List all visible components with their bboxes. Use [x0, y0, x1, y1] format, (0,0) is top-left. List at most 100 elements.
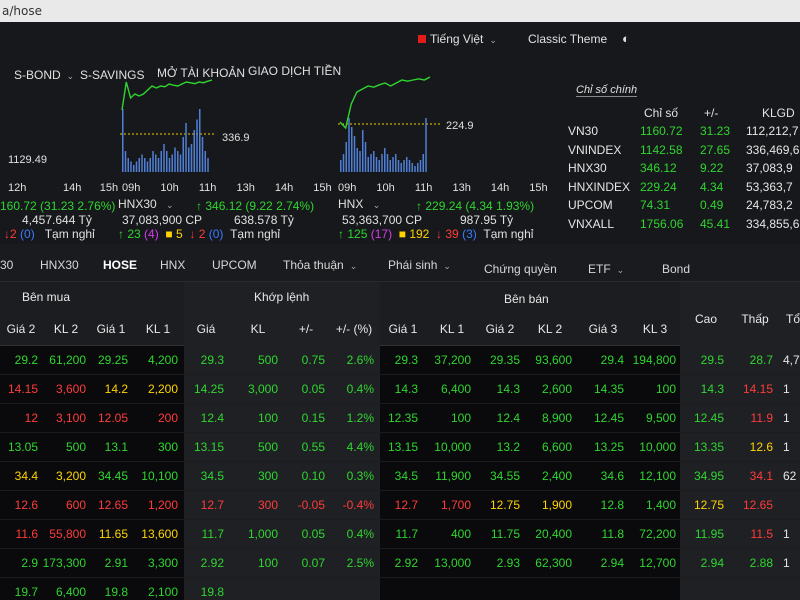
index-name[interactable]: VNINDEX: [568, 143, 621, 157]
hnx-volume-bar: [356, 148, 359, 172]
hnx-volume-bar: [373, 151, 375, 172]
column-header[interactable]: Giá 3: [577, 322, 629, 336]
hnx30-volume-bar: [163, 144, 165, 172]
hnx30-volume-bar: [157, 158, 160, 172]
index-value: 229.24: [640, 179, 677, 194]
index-name[interactable]: UPCOM: [568, 198, 613, 212]
index-volume: 37,083,900 CP: [122, 213, 203, 227]
tab-30[interactable]: 30: [0, 258, 13, 272]
column-header[interactable]: Giá 1: [377, 322, 429, 336]
index-value: 9.22: [700, 161, 724, 175]
index-name[interactable]: HNX30: [568, 161, 607, 175]
time-axis: 09h 10h 11h 13h 14h 15h: [338, 182, 548, 194]
column-header[interactable]: +/- (%): [328, 322, 380, 336]
index-name[interactable]: HNXINDEX: [568, 180, 630, 194]
column-header[interactable]: Giá 2: [474, 322, 526, 336]
hnx-volume-bar: [422, 154, 425, 172]
tab-hose[interactable]: HOSE: [103, 258, 137, 272]
hnx30-volume-bar: [199, 109, 201, 172]
index-value: 987.95 Tỷ: [460, 213, 514, 227]
table-row[interactable]: 12 3,100 12.05 200 12.4 100 0.15 1.2% 12.35 100 12…: [0, 404, 800, 433]
index-name[interactable]: VNXALL: [568, 217, 614, 231]
table-cell: 28.7: [749, 353, 773, 367]
hnx-volume-bar: [400, 163, 403, 172]
table-row[interactable]: 13.05 500 13.1 300 13.15 500 0.55 4.4% 13.15 10,0…: [0, 433, 800, 462]
hnx30-volume-bar: [141, 154, 143, 172]
table-row[interactable]: 2.9 173,300 2.91 3,300 2.92 100 0.07 2.5% 2.92 13…: [0, 549, 800, 578]
hnx-volume-bar: [362, 130, 364, 172]
table-cell: 11.75: [490, 527, 520, 541]
table-cell: 12.4: [496, 411, 520, 425]
browser-url-bar[interactable]: a/hose: [0, 0, 800, 22]
table-cell: 1: [783, 411, 790, 425]
breadth-stats: ↑ 23 (4) ■ 5 ↓ 2 (0) Tạm nghỉ: [118, 227, 281, 241]
column-header[interactable]: KL 3: [629, 322, 681, 336]
hnx30-volume-bar: [201, 137, 204, 172]
table-cell: 11.5: [750, 527, 773, 541]
hnx30-volume-bar: [182, 137, 185, 172]
table-cell: 14.35: [593, 382, 624, 396]
table-row[interactable]: 14.15 3,600 14.2 2,200 14.25 3,000 0.05 0.4% 14.…: [0, 375, 800, 404]
column-header[interactable]: KL: [232, 322, 284, 336]
index-value: 27.65: [700, 142, 731, 157]
table-cell: 29.3: [200, 353, 224, 367]
hnx-volume-bar: [364, 142, 367, 172]
table-row[interactable]: 19.7 6,400 19.8 2,100 19.8: [0, 578, 800, 600]
table-cell: 1: [783, 440, 790, 454]
hnx30-volume-bar: [185, 123, 187, 172]
hnx30-volume-bar: [124, 151, 127, 172]
tab-upcom[interactable]: UPCOM: [212, 258, 257, 272]
index-value: 45.41: [700, 216, 731, 231]
hnx30-volume-bar: [207, 158, 209, 172]
index-change: ↑ 229.24 (4.34 1.93%): [416, 199, 535, 213]
tab-etf[interactable]: ETF ⌄: [588, 262, 624, 276]
hnx30-volume-bar: [168, 158, 171, 172]
table-cell: 12.7: [200, 498, 224, 512]
table-cell: 62: [783, 469, 797, 483]
column-header[interactable]: KL 2: [524, 322, 576, 336]
column-header[interactable]: Tổ: [767, 312, 800, 326]
column-header[interactable]: KL 1: [132, 322, 184, 336]
column-header[interactable]: KL 1: [426, 322, 478, 336]
hnx-volume-bar: [370, 154, 372, 172]
chart-ref-label: 336.9: [222, 132, 250, 144]
tab-thỏa-thuận[interactable]: Thỏa thuận ⌄: [283, 258, 357, 272]
chevron-down-icon: ⌄: [372, 200, 381, 210]
hnx30-volume-bar: [138, 158, 141, 172]
hnx-volume-bar: [419, 160, 422, 172]
hnx-volume-bar: [384, 148, 386, 172]
breadth-stats: ↑ 125 (17) ■ 192 ↓ 39 (3) Tạm nghỉ: [338, 227, 534, 241]
hnx-volume-bar: [345, 142, 348, 172]
column-header[interactable]: Cao: [680, 312, 732, 326]
hnx-volume-bar: [411, 163, 414, 172]
index-value: 112,212,7: [746, 124, 799, 138]
column-header[interactable]: Giá 1: [85, 322, 137, 336]
index-col-header: Chỉ số: [644, 106, 679, 120]
time-axis: 12h 14h 15h: [8, 182, 119, 194]
column-header[interactable]: Giá: [180, 322, 232, 336]
chevron-down-icon: ⌄: [616, 265, 625, 275]
tab-hnx[interactable]: HNX: [160, 258, 185, 272]
hnx30-volume-bar: [122, 109, 124, 172]
tab-phái-sinh[interactable]: Phái sinh ⌄: [388, 258, 451, 272]
hnx30-volume-bar: [130, 161, 132, 172]
index-value: 0.49: [700, 198, 724, 212]
tab-chứng-quyền[interactable]: Chứng quyền: [484, 262, 557, 276]
tab-bond[interactable]: Bond: [662, 262, 690, 276]
hnx30-volume-bar: [152, 151, 154, 172]
table-cell: 1: [783, 382, 790, 396]
chevron-down-icon: ⌄: [349, 261, 358, 271]
table-row[interactable]: 11.6 55,800 11.65 13,600 11.7 1,000 0.05 0.4% 11…: [0, 520, 800, 549]
url-text: a/hose: [2, 4, 42, 18]
column-header[interactable]: +/-: [280, 322, 332, 336]
hnx-volume-bar: [351, 127, 353, 172]
index-name[interactable]: VN30: [568, 124, 598, 138]
table-row[interactable]: 34.4 3,200 34.45 10,100 34.5 300 0.10 0.3% 34.5 1…: [0, 462, 800, 491]
index-value: 334,855,6: [746, 216, 800, 231]
hnx-volume-bar: [417, 163, 419, 172]
table-cell: 1,900: [541, 498, 572, 512]
tab-hnx30[interactable]: HNX30: [40, 258, 79, 272]
table-cell: 93,600: [535, 353, 572, 367]
table-row[interactable]: 29.2 61,200 29.25 4,200 29.3 500 0.75 2.6% 29.3 3…: [0, 346, 800, 375]
table-row[interactable]: 12.6 600 12.65 1,200 12.7 300 -0.05 -0.4% 12.7 1,…: [0, 491, 800, 520]
